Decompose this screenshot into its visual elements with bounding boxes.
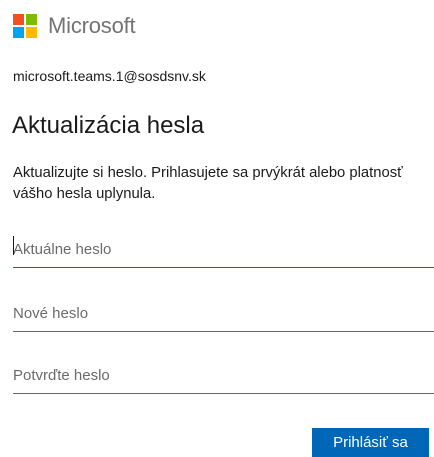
microsoft-logo: Microsoft <box>13 13 136 39</box>
new-password-input[interactable] <box>13 300 434 332</box>
account-email: microsoft.teams.1@sosdsnv.sk <box>13 68 206 84</box>
description-text: Aktualizujte si heslo. Prihlasujete sa p… <box>13 165 403 202</box>
current-password-input[interactable] <box>13 236 434 268</box>
logo-square-blue <box>13 27 24 38</box>
sign-in-button[interactable]: Prihlásiť sa <box>312 428 429 457</box>
logo-square-yellow <box>26 27 37 38</box>
logo-square-red <box>13 14 24 25</box>
microsoft-logo-icon <box>13 14 37 38</box>
confirm-password-input[interactable] <box>13 362 434 394</box>
page-title: Aktualizácia hesla <box>12 112 205 139</box>
brand-name: Microsoft <box>48 13 136 38</box>
text-caret <box>13 236 14 255</box>
logo-square-green <box>26 14 37 25</box>
